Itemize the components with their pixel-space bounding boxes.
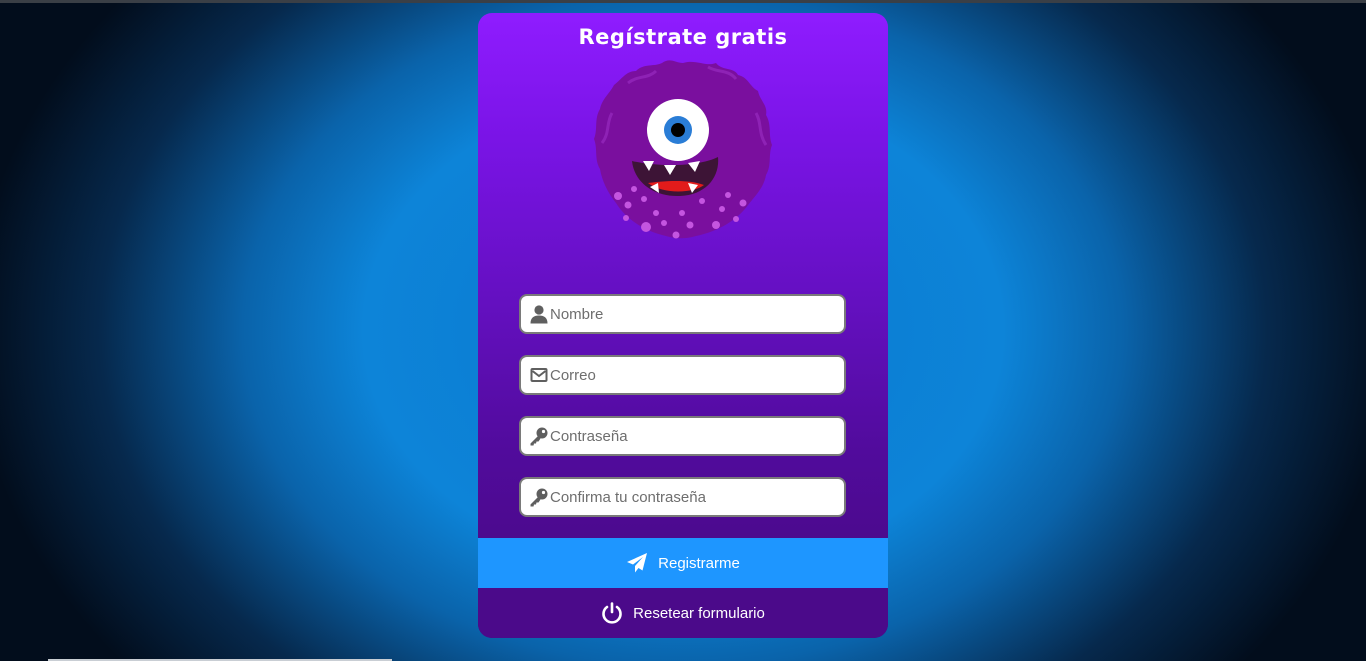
- key-icon: [530, 427, 548, 446]
- confirm-password-input[interactable]: [550, 479, 835, 515]
- confirm-password-field[interactable]: [519, 477, 846, 517]
- email-input[interactable]: [550, 357, 835, 393]
- key-icon: [530, 488, 548, 507]
- user-icon: [530, 305, 548, 324]
- paper-plane-icon: [627, 553, 648, 573]
- register-card: Regístrate gratis Nombre Correo Registra…: [478, 13, 888, 638]
- name-field[interactable]: [519, 294, 846, 334]
- monster-mascot-icon: [594, 60, 772, 239]
- reset-button[interactable]: Resetear formulario: [478, 588, 888, 638]
- password-field[interactable]: [519, 416, 846, 456]
- register-button[interactable]: Registrarme: [478, 538, 888, 588]
- email-field[interactable]: [519, 355, 846, 395]
- register-button-label: Registrarme: [658, 554, 740, 572]
- top-border: [0, 0, 1366, 3]
- power-icon: [602, 602, 622, 624]
- form-title: Regístrate gratis: [578, 25, 788, 49]
- name-input[interactable]: [550, 296, 835, 332]
- envelope-icon: [530, 368, 548, 382]
- reset-button-label: Resetear formulario: [633, 604, 765, 622]
- password-input[interactable]: [550, 418, 835, 454]
